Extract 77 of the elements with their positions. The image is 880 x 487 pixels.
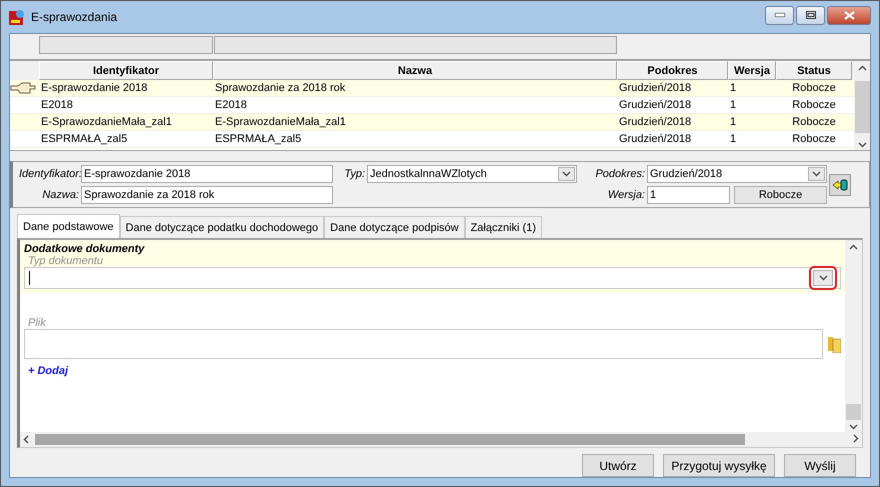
- period-dropdown[interactable]: Grudzień/2018: [647, 165, 827, 183]
- tab[interactable]: Dane podstawowe: [17, 214, 120, 238]
- file-field[interactable]: [24, 329, 823, 359]
- text-cursor: [29, 271, 30, 285]
- field-label: Nazwa:: [41, 189, 79, 201]
- table-cell-text: Robocze: [791, 132, 837, 147]
- filter-field[interactable]: [214, 36, 617, 54]
- field-legend: Typ dokumentu: [28, 255, 841, 267]
- scroll-thumb[interactable]: [854, 80, 870, 132]
- field-label: Identyfikator:: [19, 168, 79, 180]
- tab[interactable]: Załączniki (1): [464, 216, 542, 238]
- table-cell-text: E2018: [40, 98, 74, 113]
- table-cell-text: 1: [729, 81, 738, 96]
- field-label: Podokres:: [594, 168, 645, 180]
- field-legend: Plik: [28, 317, 841, 329]
- add-link[interactable]: + Dodaj: [28, 365, 841, 377]
- content-scrollbar[interactable]: [845, 240, 862, 432]
- maximize-button[interactable]: [796, 6, 825, 24]
- scroll-up-icon[interactable]: [858, 65, 866, 71]
- type-dropdown[interactable]: JednostkalnnaWZlotych: [367, 165, 577, 183]
- chevron-down-icon[interactable]: [562, 171, 571, 177]
- table-cell-text: Robocze: [791, 81, 837, 96]
- column-header[interactable]: Status: [776, 61, 852, 80]
- table-cell-text: Sprawozdanie za 2018 rok: [214, 81, 346, 96]
- folder-icon[interactable]: [827, 335, 841, 353]
- action-button[interactable]: Utwórz: [582, 454, 654, 477]
- window-title: E-sprawozdania: [31, 10, 118, 24]
- export-button[interactable]: [829, 174, 851, 196]
- maximize-icon: [806, 11, 816, 19]
- scroll-right-icon[interactable]: [853, 434, 859, 442]
- table-cell-text: 1: [729, 115, 738, 130]
- table-cell-text: 1: [729, 98, 738, 113]
- table-cell-text: E2018: [214, 98, 248, 113]
- table-cell-text: ESPRMAŁA_zal5: [40, 132, 128, 147]
- table-cell-text: Robocze: [791, 115, 837, 130]
- tab[interactable]: Dane dotyczące podatku dochodowego: [120, 216, 324, 238]
- field-label: Typ:: [343, 168, 365, 180]
- table-cell-text: Robocze: [791, 98, 837, 113]
- chevron-down-icon[interactable]: [812, 171, 821, 177]
- scroll-left-icon[interactable]: [23, 435, 29, 444]
- chevron-down-icon[interactable]: [818, 275, 828, 281]
- minimize-icon: [774, 13, 784, 17]
- column-header[interactable]: Podokres: [617, 61, 728, 80]
- app-icon: [9, 9, 25, 25]
- horizontal-scrollbar[interactable]: [20, 432, 862, 447]
- field-label: Wersja:: [606, 189, 645, 201]
- scroll-down-icon[interactable]: [858, 142, 866, 148]
- column-header[interactable]: Identyfikator: [39, 61, 213, 80]
- table-cell-text: E-SprawozdanieMała_zal1: [214, 115, 347, 130]
- action-button[interactable]: Przygotuj wysyłkę: [663, 454, 775, 477]
- column-header[interactable]: Wersja: [728, 61, 776, 80]
- table-scrollbar[interactable]: [854, 61, 870, 150]
- table-cell-text: Grudzień/2018: [618, 81, 692, 96]
- close-button[interactable]: [827, 6, 871, 24]
- table-cell-text: ESPRMAŁA_zal5: [214, 132, 302, 147]
- table-cell-text: 1: [729, 132, 738, 147]
- scroll-down-icon[interactable]: [849, 424, 858, 430]
- tab[interactable]: Dane dotyczące podpisów: [324, 216, 465, 238]
- action-button[interactable]: Wyślij: [784, 454, 856, 477]
- minimize-button[interactable]: [765, 6, 794, 24]
- scroll-thumb[interactable]: [35, 434, 745, 445]
- table-cell-text: Grudzień/2018: [618, 115, 692, 130]
- filter-field[interactable]: [39, 36, 213, 54]
- name-field[interactable]: Sprawozdanie za 2018 rok: [81, 186, 333, 204]
- close-icon: [844, 10, 854, 20]
- arrow-plug-icon: [832, 178, 848, 190]
- section-title: Dodatkowe dokumenty: [24, 243, 146, 255]
- identifier-field[interactable]: E-sprawozdanie 2018: [81, 165, 333, 183]
- table-cell-text: Grudzień/2018: [618, 98, 692, 113]
- scroll-up-icon[interactable]: [849, 244, 858, 250]
- version-field[interactable]: 1: [647, 186, 730, 204]
- table-cell-text: E-SprawozdanieMała_zal1: [40, 115, 173, 130]
- scroll-thumb[interactable]: [846, 404, 861, 420]
- column-header[interactable]: Nazwa: [213, 61, 617, 80]
- status-button[interactable]: Robocze: [734, 186, 827, 204]
- table-cell-text: Grudzień/2018: [618, 132, 692, 147]
- table-cell-text: E-sprawozdanie 2018: [40, 81, 148, 96]
